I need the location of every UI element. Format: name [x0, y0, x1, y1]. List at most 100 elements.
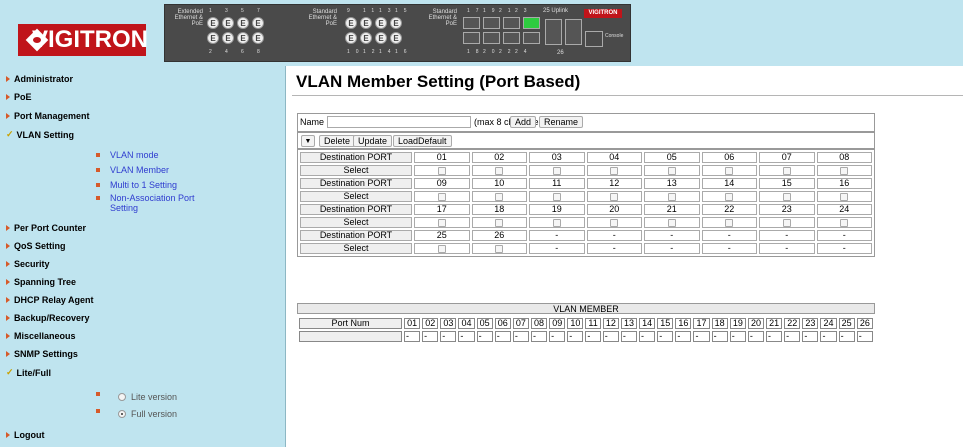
sidebar-item-logout[interactable]: Logout [6, 430, 45, 440]
sidebar-item-dhcp-relay-agent[interactable]: DHCP Relay Agent [6, 295, 94, 305]
port-checkbox[interactable] [667, 218, 676, 227]
lite-version-option[interactable]: Lite version [96, 392, 177, 402]
port-checkbox[interactable] [840, 218, 849, 227]
port-select-cell [471, 217, 527, 228]
member-value-cell: - [693, 331, 710, 342]
port-checkbox[interactable] [437, 218, 446, 227]
port-checkbox[interactable] [610, 218, 619, 227]
destination-port-label: Destination PORT [300, 178, 412, 189]
port-checkbox[interactable] [552, 218, 561, 227]
sidebar-item-lite-full[interactable]: ✓ Lite/Full [6, 367, 51, 378]
member-value-cell: - [440, 331, 457, 342]
port-number-cell: - [644, 230, 700, 241]
sidebar-item-snmp-settings[interactable]: SNMP Settings [6, 349, 78, 359]
port-num-cell: 24 [820, 318, 837, 329]
port-number: 24 [515, 49, 533, 55]
port-checkbox[interactable] [495, 218, 504, 227]
poe-port-indicator: E [375, 17, 387, 29]
port-checkbox[interactable] [437, 166, 446, 175]
port-checkbox[interactable] [725, 192, 734, 201]
port-num-cell: 26 [856, 318, 873, 329]
delete-button[interactable]: Delete [319, 135, 356, 147]
port-checkbox[interactable] [552, 166, 561, 175]
port-number: 13 [379, 8, 397, 14]
rename-button[interactable]: Rename [539, 116, 584, 128]
destination-port-table: Destination PORT 01 02 03 04 05 06 07 08 Select De… [297, 149, 875, 257]
destination-port-row: Destination PORT 01 02 03 04 05 06 07 08 [300, 152, 872, 163]
port-select-cell [644, 217, 700, 228]
port-number: 3 [225, 8, 234, 14]
port-checkbox[interactable] [782, 166, 791, 175]
submenu-vlan-member[interactable]: VLAN Member [96, 165, 210, 175]
port-number-cell: 18 [471, 204, 527, 215]
port-checkbox[interactable] [610, 166, 619, 175]
sidebar-item-poe[interactable]: PoE [6, 92, 32, 102]
poe-port-indicator: E [222, 17, 234, 29]
poe-port-indicator: E [360, 32, 372, 44]
port-checkbox[interactable] [437, 192, 446, 201]
port-number-cell: 13 [644, 178, 700, 189]
port-checkbox[interactable] [725, 166, 734, 175]
sidebar-item-label: QoS Setting [14, 241, 66, 251]
group1-ports-top: EEEE [207, 17, 264, 29]
port-number-cell: 06 [701, 152, 757, 163]
port-checkbox[interactable] [610, 192, 619, 201]
member-value-label [299, 331, 402, 342]
full-version-option[interactable]: Full version [96, 409, 177, 419]
sidebar-item-qos-setting[interactable]: QoS Setting [6, 241, 66, 251]
sidebar-item-backup-recovery[interactable]: Backup/Recovery [6, 313, 90, 323]
port-number-cell: 08 [816, 152, 872, 163]
sidebar: Administrator PoE Port Management ✓ VLAN Set… [0, 66, 286, 447]
submenu-multi-to-1-setting[interactable]: Multi to 1 Setting [96, 180, 210, 190]
port-checkbox[interactable] [495, 244, 504, 253]
poe-port-indicator: E [252, 32, 264, 44]
submenu-vlan-mode[interactable]: VLAN mode [96, 150, 210, 160]
sidebar-item-label: PoE [14, 92, 32, 102]
port-num-cell: 21 [766, 318, 783, 329]
port-number-cell: 04 [586, 152, 642, 163]
poe-port-indicator: E [252, 17, 264, 29]
port-checkbox[interactable] [495, 192, 504, 201]
port-select-cell [529, 217, 585, 228]
sidebar-item-vlan-setting[interactable]: ✓ VLAN Setting [6, 129, 74, 140]
vlan-name-input[interactable] [327, 116, 471, 128]
port-checkbox[interactable] [667, 166, 676, 175]
check-icon: ✓ [6, 129, 14, 139]
port-checkbox[interactable] [495, 166, 504, 175]
sidebar-item-administrator[interactable]: Administrator [6, 74, 73, 84]
port-checkbox[interactable] [667, 192, 676, 201]
sidebar-item-per-port-counter[interactable]: Per Port Counter [6, 223, 86, 233]
sidebar-item-spanning-tree[interactable]: Spanning Tree [6, 277, 76, 287]
port-select-cell [816, 165, 872, 176]
submenu-non-association-port-setting[interactable]: Non-Association Port Setting [96, 193, 210, 213]
port-checkbox[interactable] [840, 192, 849, 201]
rj45-port [503, 32, 520, 44]
poe-port-indicator: E [207, 32, 219, 44]
arrow-icon [6, 351, 10, 357]
port-checkbox[interactable] [840, 166, 849, 175]
sidebar-item-port-management[interactable]: Port Management [6, 111, 90, 121]
update-button[interactable]: Update [353, 135, 393, 147]
vlan-select-dropdown[interactable]: ▼ [301, 135, 315, 147]
port-num-cell: 07 [512, 318, 529, 329]
port-checkbox[interactable] [437, 244, 446, 253]
port-checkbox[interactable] [552, 192, 561, 201]
port-number: 11 [363, 8, 381, 14]
port-checkbox[interactable] [725, 218, 734, 227]
port-select-cell [701, 217, 757, 228]
radio-button[interactable] [118, 393, 126, 401]
sidebar-item-miscellaneous[interactable]: Miscellaneous [6, 331, 76, 341]
radio-button[interactable] [118, 410, 126, 418]
add-button[interactable]: Add [510, 116, 537, 128]
poe-port-indicator: E [237, 17, 249, 29]
loaddefault-button[interactable]: LoadDefault [393, 135, 452, 147]
member-value-cell: - [856, 331, 873, 342]
member-value-cell: - [639, 331, 656, 342]
port-num-cell: 19 [729, 318, 746, 329]
port-checkbox[interactable] [782, 218, 791, 227]
port-checkbox[interactable] [782, 192, 791, 201]
sidebar-item-security[interactable]: Security [6, 259, 50, 269]
arrow-icon [6, 261, 10, 267]
port-number-cell: 15 [759, 178, 815, 189]
select-label: Select [300, 191, 412, 202]
